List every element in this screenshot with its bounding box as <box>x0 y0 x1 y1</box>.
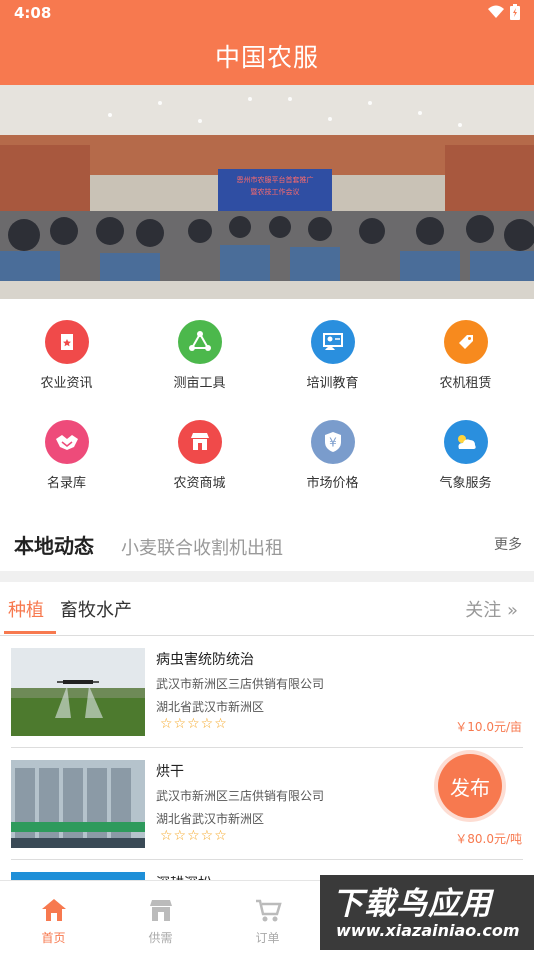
banner-screen-text-2: 暨农技工作会议 <box>251 187 300 196</box>
product-location: 湖北省武汉市新洲区 <box>156 700 265 714</box>
product-company: 武汉市新洲区三店供销有限公司 <box>156 789 325 803</box>
battery-icon <box>510 4 520 20</box>
grid-label-rental: 农机租赁 <box>439 376 492 391</box>
nav-item-home[interactable]: 首页 <box>0 881 107 951</box>
rating-stars: ☆☆☆☆☆ <box>160 828 228 844</box>
watermark-url: www.xiazainiao.com <box>336 921 520 940</box>
nav-label-home: 首页 <box>41 931 66 945</box>
product-thumbnail <box>11 760 145 848</box>
grid-item-shop[interactable]: 农资商城 <box>133 420 266 510</box>
grid-item-news[interactable]: 农业资讯 <box>0 320 133 410</box>
grid-label-shop: 农资商城 <box>173 476 226 491</box>
grid-label-directory: 名录库 <box>46 476 86 491</box>
product-location: 湖北省武汉市新洲区 <box>156 812 265 826</box>
tab-active-indicator <box>4 631 56 634</box>
tab-planting[interactable]: 种植 <box>8 596 44 622</box>
status-time: 4:08 <box>14 4 52 22</box>
section-divider <box>0 571 534 582</box>
banner-image[interactable]: 恩州市农服平台首套推广 暨农技工作会议 <box>0 85 534 299</box>
grid-item-directory[interactable]: 名录库 <box>0 420 133 510</box>
wifi-icon <box>488 5 504 18</box>
yuan-shield-icon: ¥ <box>310 420 355 464</box>
status-icons <box>488 4 520 20</box>
shop-icon <box>177 420 222 464</box>
product-company: 武汉市新洲区三店供销有限公司 <box>156 677 325 691</box>
publish-button[interactable]: 发布 <box>438 754 502 818</box>
store-icon <box>149 900 172 921</box>
grid-label-measure: 测亩工具 <box>173 376 226 391</box>
handshake-icon <box>44 420 89 464</box>
grid-label-training: 培训教育 <box>306 376 359 391</box>
svg-text:¥: ¥ <box>329 436 337 450</box>
home-icon <box>41 899 66 921</box>
measure-icon <box>177 320 222 364</box>
follow-link[interactable]: 关注 » <box>465 596 518 622</box>
local-news-ticker[interactable]: 小麦联合收割机出租 <box>121 534 283 560</box>
grid-item-measure[interactable]: 测亩工具 <box>133 320 266 410</box>
cart-icon <box>255 899 282 922</box>
local-news-more-link[interactable]: 更多 <box>494 534 522 554</box>
list-item[interactable]: 病虫害统防统治 武汉市新洲区三店供销有限公司 湖北省武汉市新洲区 ☆☆☆☆☆ ￥… <box>0 636 534 748</box>
grid-item-weather[interactable]: 气象服务 <box>399 420 532 510</box>
grid-label-weather: 气象服务 <box>439 476 492 491</box>
tab-livestock[interactable]: 畜牧水产 <box>60 596 132 622</box>
rating-stars: ☆☆☆☆☆ <box>160 716 228 732</box>
grid-label-market-price: 市场价格 <box>306 476 359 491</box>
grid-item-training[interactable]: 培训教育 <box>266 320 399 410</box>
app-title: 中国农服 <box>214 43 319 72</box>
product-price: ￥10.0元/亩 <box>455 720 522 734</box>
grid-item-rental[interactable]: 农机租赁 <box>399 320 532 410</box>
conference-photo: 恩州市农服平台首套推广 暨农技工作会议 <box>0 85 534 299</box>
nav-item-orders[interactable]: 订单 <box>214 881 321 951</box>
weather-icon <box>443 420 488 464</box>
product-thumbnail <box>11 648 145 736</box>
training-icon <box>310 320 355 364</box>
nav-label-supply: 供需 <box>148 931 173 945</box>
nav-label-orders: 订单 <box>255 931 280 945</box>
banner-screen-text-1: 恩州市农服平台首套推广 <box>237 175 314 184</box>
local-news-title: 本地动态 <box>14 534 94 558</box>
news-bookmark-icon <box>44 320 89 364</box>
product-title: 烘干 <box>156 764 184 780</box>
watermark-title: 下载鸟应用 <box>332 886 492 922</box>
product-title: 病虫害统防统治 <box>156 652 254 668</box>
product-price: ￥80.0元/吨 <box>455 832 522 846</box>
rental-tag-icon <box>443 320 488 364</box>
grid-item-market-price[interactable]: ¥ 市场价格 <box>266 420 399 510</box>
nav-item-supply[interactable]: 供需 <box>107 881 214 951</box>
grid-label-news: 农业资讯 <box>40 376 93 391</box>
